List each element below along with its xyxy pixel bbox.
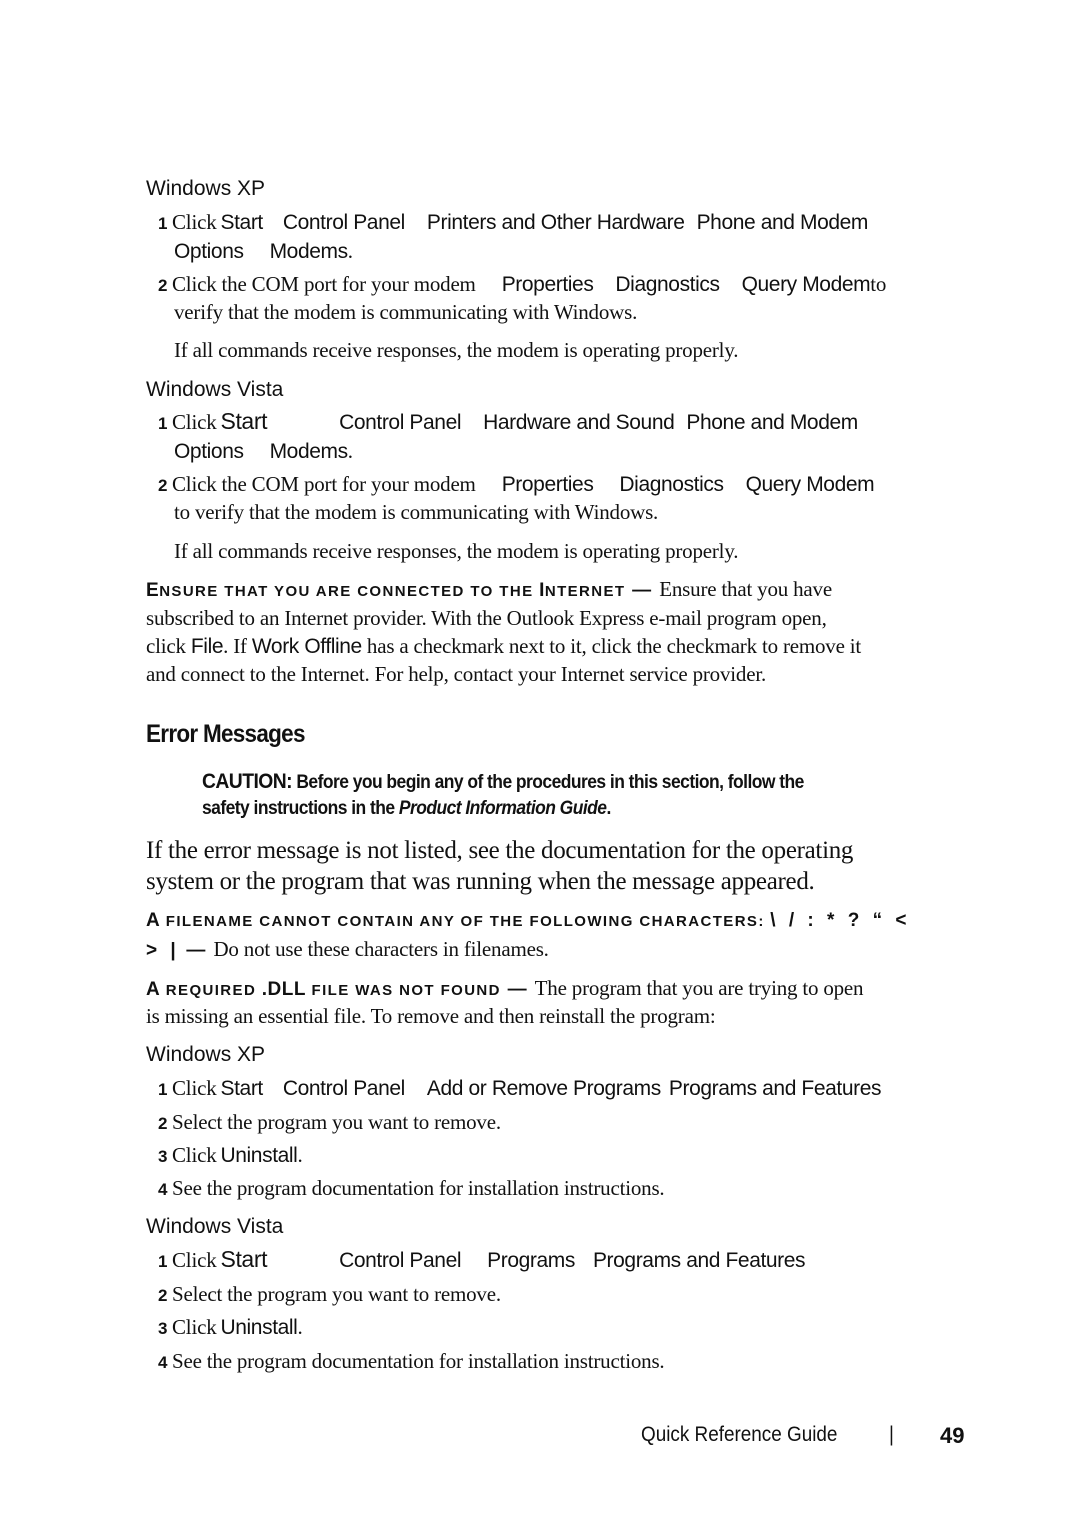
xp-modem-step-1: 1 Click Start Control Panel Printers and Ot…	[158, 210, 868, 235]
ui-label-control-panel: Control Panel	[339, 1249, 462, 1272]
ui-label-start: Start	[220, 1077, 264, 1100]
ui-label-control-panel: Control Panel	[339, 411, 462, 434]
ui-label-phone-modem: Phone and Modem	[686, 411, 858, 434]
xp-modem-step-2-cont: verify that the modem is communicating w…	[174, 300, 638, 324]
step-text: Click the COM port for your modem	[172, 472, 476, 496]
dll-error-text: is missing an essential file. To remove …	[146, 1004, 716, 1028]
step-number: 1	[158, 414, 168, 433]
ui-label-start: Start	[220, 408, 268, 434]
vista-modem-step-2: 2 Click the COM port for your modem Proper…	[158, 472, 875, 497]
xp-modem-step-2: 2 Click the COM port for your modem Proper…	[158, 272, 887, 296]
ui-label-query-modem: Query Modem	[745, 473, 875, 496]
os-heading-vista: Windows Vista	[146, 378, 284, 401]
step-number: 2	[158, 276, 168, 295]
ui-label-programs: Programs	[487, 1249, 575, 1272]
ui-label-file: File	[190, 635, 224, 658]
ui-label-printers-hardware: Printers and Other Hardware	[426, 211, 685, 234]
xp-uninstall-step-4: 4 See the program documentation for insta…	[158, 1176, 665, 1200]
ui-label-control-panel: Control Panel	[282, 211, 405, 234]
vista-modem-note: If all commands receive responses, the m…	[174, 539, 739, 563]
step-number: 2	[158, 476, 168, 495]
ui-label-options: Options	[174, 440, 244, 463]
os-heading-vista-uninstall: Windows Vista	[146, 1215, 284, 1238]
footer-guide-title: Quick Reference Guide	[641, 1423, 838, 1446]
step-text: Click	[172, 410, 217, 434]
step-text: Click the COM port for your modem	[172, 272, 476, 296]
ui-label-uninstall: Uninstall	[220, 1144, 298, 1167]
ui-label-modems: Modems	[269, 240, 349, 263]
internet-paragraph-line-1: ENSURE THAT YOU ARE CONNECTED TO THE INT…	[146, 577, 832, 601]
forbidden-characters: \ / : * ? “ <	[770, 910, 911, 931]
ui-label-properties: Properties	[501, 273, 594, 296]
error-intro-line-2: system or the program that was running w…	[146, 868, 815, 895]
step-text: Click	[172, 210, 217, 234]
internet-paragraph-line-4: and connect to the Internet. For help, c…	[146, 662, 766, 686]
ui-label-query-modem: Query Modem	[741, 273, 871, 296]
xp-uninstall-step-1: 1 Click Start Control Panel Add or Remove P…	[158, 1076, 882, 1100]
ui-label-control-panel: Control Panel	[282, 1077, 405, 1100]
page-number: 49	[940, 1423, 965, 1448]
vista-modem-step-2-cont: to verify that the modem is communicatin…	[174, 500, 659, 524]
error-intro-line-1: If the error message is not listed, see …	[146, 837, 854, 864]
footer-separator: |	[889, 1423, 894, 1446]
ui-label-properties: Properties	[501, 473, 594, 496]
xp-uninstall-step-3: 3 Click Uninstall.	[158, 1143, 303, 1167]
vista-uninstall-step-1: 1 Click Start Control Panel Programs Program…	[158, 1246, 806, 1272]
ui-label-add-remove-programs: Add or Remove Programs	[426, 1077, 661, 1100]
ui-label-hardware-sound: Hardware and Sound	[483, 411, 675, 434]
xp-modem-step-1-cont: Options Modems.	[174, 239, 353, 263]
caution-notice-line-2: safety instructions in the Product Infor…	[202, 798, 611, 819]
os-heading-xp: Windows XP	[146, 177, 266, 200]
xp-modem-note: If all commands receive responses, the m…	[174, 338, 739, 362]
ui-label-phone-modem: Phone and Modem	[696, 211, 869, 234]
step-number: 1	[158, 214, 168, 233]
vista-modem-step-1-cont: Options Modems.	[174, 439, 353, 463]
vista-uninstall-step-3: 3 Click Uninstall.	[158, 1315, 303, 1339]
vista-uninstall-step-2: 2 Select the program you want to remove.	[158, 1282, 501, 1306]
vista-modem-step-1: 1 Click Start Control Panel Hardware and So…	[158, 408, 858, 435]
internet-title: ENSURE THAT YOU ARE CONNECTED TO THE INT…	[146, 580, 626, 601]
ui-label-options: Options	[174, 240, 244, 263]
document-page: Windows XP 1 Click Start Control Panel Prin…	[0, 0, 1080, 1529]
filename-error-title: A FILENAME CANNOT CONTAIN ANY OF THE FOL…	[146, 910, 911, 931]
section-heading-error-messages: Error Messages	[146, 720, 305, 748]
internet-paragraph-line-3: click File. If Work Offline has a checkm…	[146, 634, 862, 658]
product-information-guide-title: Product Information Guide	[398, 798, 607, 819]
vista-uninstall-step-4: 4 See the program documentation for insta…	[158, 1349, 665, 1373]
ui-label-programs-features: Programs and Features	[592, 1249, 806, 1272]
caution-label: CAUTION:	[202, 770, 293, 793]
ui-label-programs-features: Programs and Features	[668, 1077, 882, 1100]
xp-uninstall-step-2: 2 Select the program you want to remove.	[158, 1110, 501, 1134]
ui-label-diagnostics: Diagnostics	[619, 473, 724, 496]
caution-notice-line-1: CAUTION: Before you begin any of the pro…	[202, 770, 804, 793]
ui-label-modems: Modems	[269, 440, 349, 463]
ui-label-diagnostics: Diagnostics	[615, 273, 720, 296]
ui-label-start: Start	[220, 211, 264, 234]
dll-error-title: A REQUIRED .DLL FILE WAS NOT FOUND — The…	[146, 976, 864, 1000]
ui-label-work-offline: Work Offline	[251, 635, 362, 658]
filename-error-text: > | — Do not use these characters in fil…	[146, 937, 549, 961]
ui-label-uninstall: Uninstall	[220, 1316, 298, 1339]
os-heading-xp-uninstall: Windows XP	[146, 1043, 266, 1066]
ui-label-start: Start	[220, 1246, 268, 1272]
internet-paragraph-line-2: subscribed to an Internet provider. With…	[146, 606, 827, 630]
